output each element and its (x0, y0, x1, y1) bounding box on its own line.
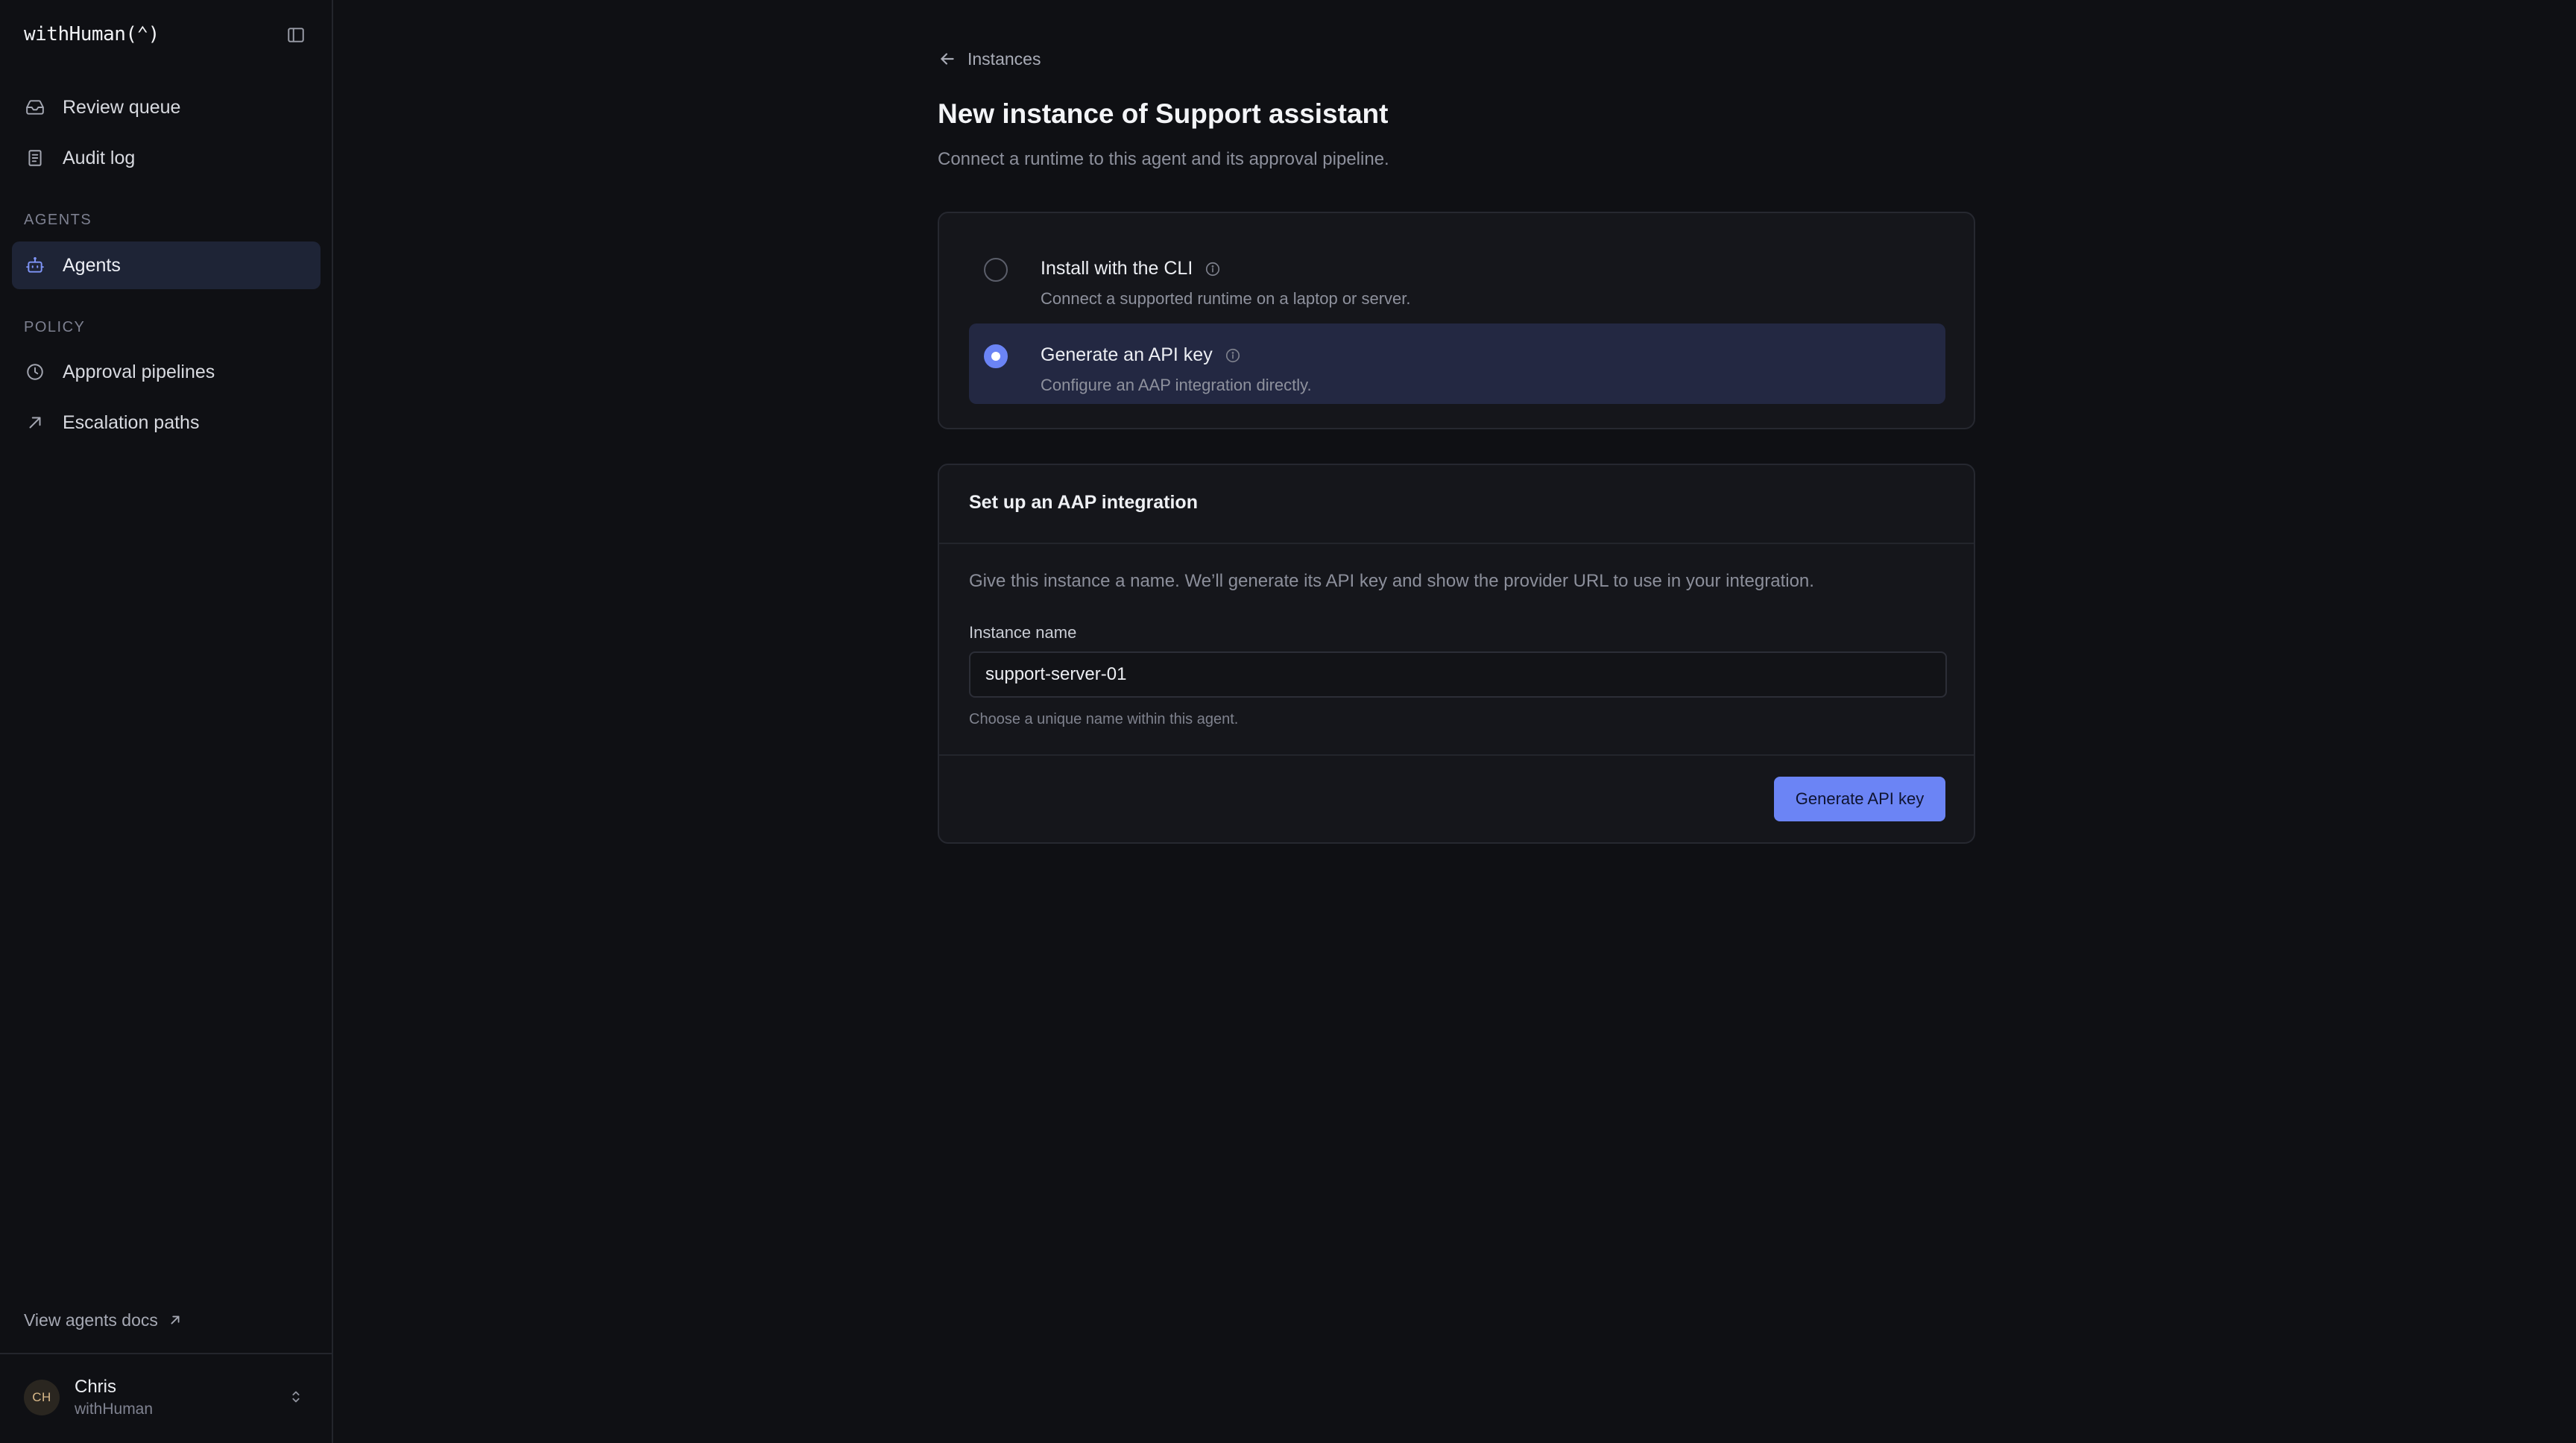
sidebar-toggle-button[interactable] (285, 24, 307, 46)
docs-link-label: View agents docs (24, 1310, 158, 1330)
sidebar-divider (0, 1353, 333, 1354)
sidebar-item-label: Audit log (63, 147, 136, 168)
clock-icon (24, 361, 46, 383)
instance-name-label: Instance name (969, 623, 1077, 642)
radio-install-cli[interactable] (984, 258, 1008, 282)
sidebar-item-agents[interactable]: Agents (12, 241, 321, 289)
setup-description: Give this instance a name. We’ll generat… (969, 571, 1814, 591)
option-install-cli[interactable]: Install with the CLI Connect a supported… (969, 237, 1945, 318)
sidebar-item-approval-pipelines[interactable]: Approval pipelines (12, 348, 321, 396)
sidebar-item-escalation-paths[interactable]: Escalation paths (12, 399, 321, 446)
arrow-left-icon (938, 49, 957, 69)
view-docs-link[interactable]: View agents docs (24, 1308, 183, 1332)
section-label-policy: POLICY (24, 319, 86, 335)
connection-method-card: Install with the CLI Connect a supported… (938, 212, 1975, 429)
sidebar-item-label: Review queue (63, 96, 181, 118)
info-icon[interactable] (1205, 261, 1221, 277)
sidebar-item-audit-log[interactable]: Audit log (12, 134, 321, 182)
brand-logo[interactable]: withHuman(⌃) (24, 23, 160, 45)
user-name: Chris (75, 1377, 117, 1397)
instance-name-help: Choose a unique name within this agent. (969, 711, 1239, 727)
option-title-text: Install with the CLI (1041, 258, 1193, 279)
setup-footer-divider (939, 754, 1974, 756)
generate-api-key-button[interactable]: Generate API key (1774, 777, 1945, 821)
option-description: Connect a supported runtime on a laptop … (1041, 289, 1411, 308)
sidebar-item-label: Escalation paths (63, 411, 200, 433)
sidebar-toggle-icon (288, 28, 304, 42)
option-description: Configure an AAP integration directly. (1041, 376, 1312, 394)
option-title: Install with the CLI (1041, 258, 1221, 280)
external-arrow-icon (167, 1312, 183, 1328)
user-menu-button[interactable]: CH Chris withHuman (12, 1368, 321, 1427)
option-generate-api-key[interactable]: Generate an API key Configure an AAP int… (969, 323, 1945, 404)
page-subtitle: Connect a runtime to this agent and its … (938, 149, 1389, 169)
document-icon (24, 147, 46, 169)
option-title: Generate an API key (1041, 344, 1241, 366)
sidebar-item-label: Approval pipelines (63, 361, 215, 382)
sidebar: withHuman(⌃) Review queue Audit log AGEN… (0, 0, 333, 1443)
sidebar-item-label: Agents (63, 254, 121, 276)
aap-setup-card: Set up an AAP integration Give this inst… (938, 464, 1975, 844)
user-meta: Chris withHuman (75, 1377, 153, 1418)
radio-generate-api-key[interactable] (984, 344, 1008, 368)
arrow-up-right-icon (24, 411, 46, 434)
breadcrumb[interactable]: Instances (938, 46, 1041, 72)
app-root: withHuman(⌃) Review queue Audit log AGEN… (0, 0, 2576, 1443)
avatar: CH (24, 1380, 60, 1415)
user-org: withHuman (75, 1401, 154, 1418)
sidebar-item-review-queue[interactable]: Review queue (12, 83, 321, 131)
section-label-agents: AGENTS (24, 212, 92, 228)
info-icon[interactable] (1225, 347, 1241, 364)
robot-icon (24, 254, 46, 277)
chevron-up-down-icon (285, 1386, 307, 1408)
page-title: New instance of Support assistant (938, 98, 1389, 129)
breadcrumb-label: Instances (967, 48, 1041, 69)
setup-card-header: Set up an AAP integration (939, 465, 1974, 544)
instance-name-input[interactable] (969, 651, 1947, 698)
setup-card-title: Set up an AAP integration (969, 492, 1198, 513)
inbox-icon (24, 96, 46, 119)
option-title-text: Generate an API key (1041, 344, 1213, 365)
